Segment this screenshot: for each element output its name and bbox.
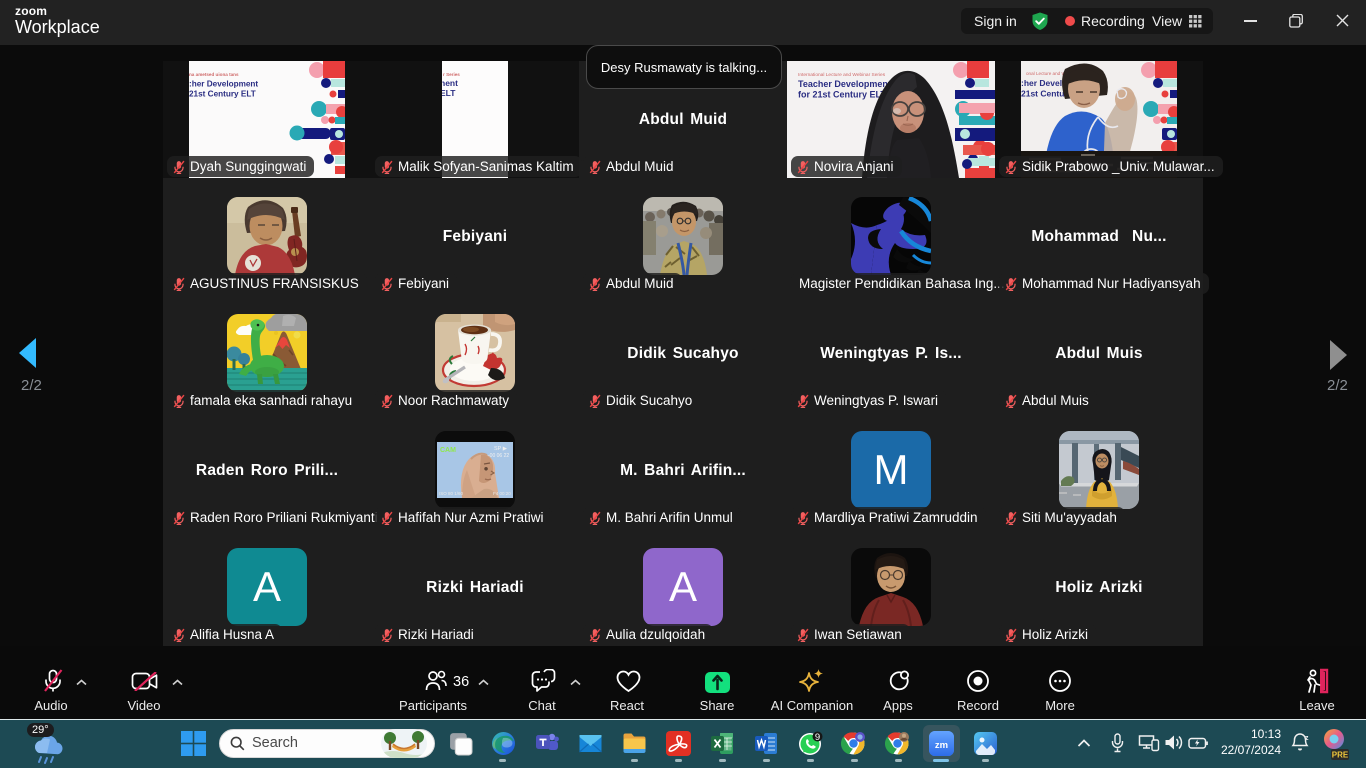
svg-text:21st Century ELT: 21st Century ELT [189, 90, 256, 99]
svg-text:nent: nent [442, 78, 458, 88]
svg-text:CAM: CAM [440, 447, 456, 454]
svg-text:z: z [1305, 735, 1309, 742]
svg-text:ELT: ELT [442, 88, 456, 98]
svg-text:ISO 80 1/60: ISO 80 1/60 [439, 491, 464, 496]
svg-text:SP ▶: SP ▶ [494, 446, 508, 452]
svg-text:na ametsed uiona tans: na ametsed uiona tans [189, 72, 239, 77]
svg-text::her Development: :her Development [189, 80, 258, 89]
svg-text:r Series: r Series [443, 72, 460, 77]
svg-text:F4 00:20: F4 00:20 [493, 491, 511, 496]
svg-text:Teacher Development: Teacher Development [798, 79, 891, 89]
svg-text:International Lecture and Webi: International Lecture and Webinar Series [798, 72, 886, 78]
svg-text:for 21st Century ELT: for 21st Century ELT [798, 90, 886, 100]
svg-text:9: 9 [815, 732, 820, 743]
svg-text:PRE: PRE [1332, 751, 1349, 760]
svg-text:-00 06 22: -00 06 22 [488, 453, 509, 459]
svg-text:zm: zm [935, 740, 948, 751]
